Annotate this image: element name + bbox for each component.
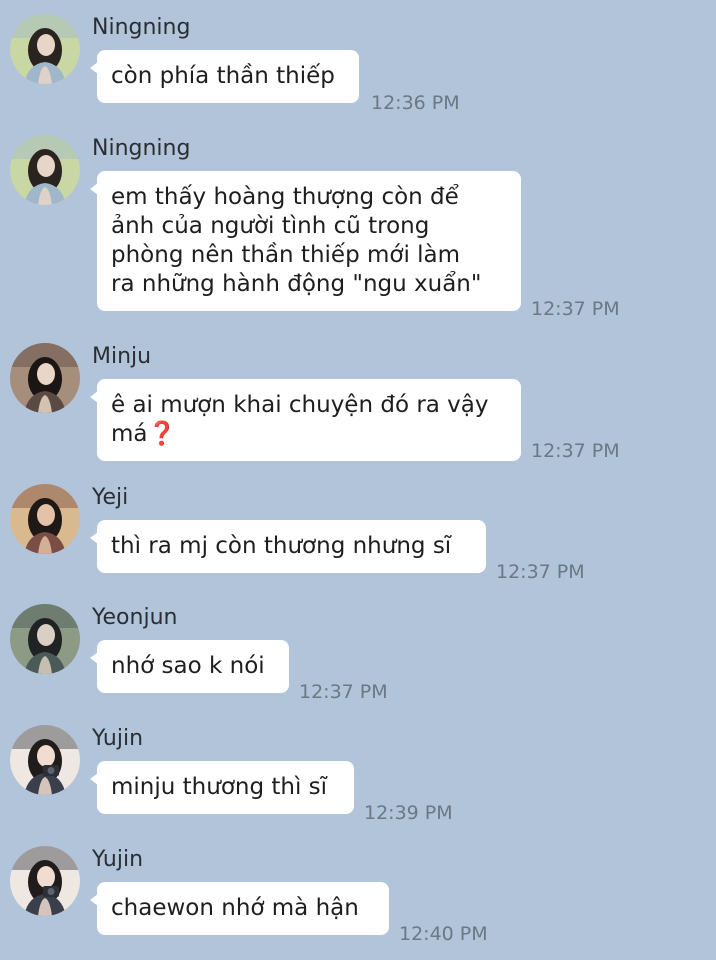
message-bubble[interactable]: minju thương thì sĩ xyxy=(90,761,354,814)
sender-name[interactable]: Yeonjun xyxy=(92,604,177,632)
message-timestamp: 12:36 PM xyxy=(371,92,460,114)
message-text-line: em thấy hoàng thượng còn để xyxy=(111,184,459,210)
person-photo-avatar xyxy=(10,604,80,674)
message-bubble[interactable]: ê ai mượn khai chuyện đó ra vậy má❓ xyxy=(90,379,521,461)
message-text: minju thương thì sĩ xyxy=(111,774,328,800)
sender-name[interactable]: Yujin xyxy=(92,725,143,753)
chat-message-list[interactable]: Ningning còn phía thần thiếp 12:36 PM Ni… xyxy=(0,0,716,960)
sender-avatar[interactable] xyxy=(10,135,80,205)
girl-portrait-avatar xyxy=(10,343,80,413)
sender-avatar[interactable] xyxy=(10,846,80,916)
message-text: còn phía thần thiếp xyxy=(111,63,335,89)
sender-avatar[interactable] xyxy=(10,484,80,554)
message-timestamp: 12:40 PM xyxy=(399,923,488,945)
message-bubble[interactable]: nhớ sao k nói xyxy=(90,640,289,693)
message-text: nhớ sao k nói xyxy=(111,653,265,679)
girl-camera-avatar xyxy=(10,725,80,795)
sender-avatar[interactable] xyxy=(10,725,80,795)
message-text: thì ra mj còn thương nhưng sĩ xyxy=(111,533,452,559)
message-timestamp: 12:37 PM xyxy=(299,681,388,703)
message-bubble[interactable]: chaewon nhớ mà hận xyxy=(90,882,389,935)
girl-portrait-avatar xyxy=(10,484,80,554)
message-bubble[interactable]: thì ra mj còn thương nhưng sĩ xyxy=(90,520,486,573)
sender-avatar[interactable] xyxy=(10,604,80,674)
message-text-line: ảnh của người tình cũ trong xyxy=(111,213,430,239)
girl-portrait-avatar xyxy=(10,135,80,205)
message-timestamp: 12:37 PM xyxy=(531,440,620,462)
sender-avatar[interactable] xyxy=(10,14,80,84)
sender-name[interactable]: Ningning xyxy=(92,135,190,163)
message-text: chaewon nhớ mà hận xyxy=(111,895,359,921)
message-text-line: ê ai mượn khai chuyện đó ra vậy xyxy=(111,392,489,418)
message-timestamp: 12:37 PM xyxy=(496,561,585,583)
message-bubble[interactable]: còn phía thần thiếp xyxy=(90,50,359,103)
message-text-line: má❓ xyxy=(111,421,177,447)
girl-portrait-avatar xyxy=(10,14,80,84)
message-text-line: phòng nên thần thiếp mới làm xyxy=(111,242,461,268)
message-text-line: ra những hành động "ngu xuẩn" xyxy=(111,271,482,297)
girl-camera-avatar xyxy=(10,846,80,916)
sender-name[interactable]: Minju xyxy=(92,343,151,371)
red-question-mark-icon: ❓ xyxy=(147,421,177,447)
sender-name[interactable]: Yeji xyxy=(92,484,128,512)
sender-avatar[interactable] xyxy=(10,343,80,413)
message-bubble[interactable]: em thấy hoàng thượng còn để ảnh của ngườ… xyxy=(90,171,521,311)
message-timestamp: 12:39 PM xyxy=(364,802,453,824)
sender-name[interactable]: Ningning xyxy=(92,14,190,42)
message-timestamp: 12:37 PM xyxy=(531,298,620,320)
sender-name[interactable]: Yujin xyxy=(92,846,143,874)
